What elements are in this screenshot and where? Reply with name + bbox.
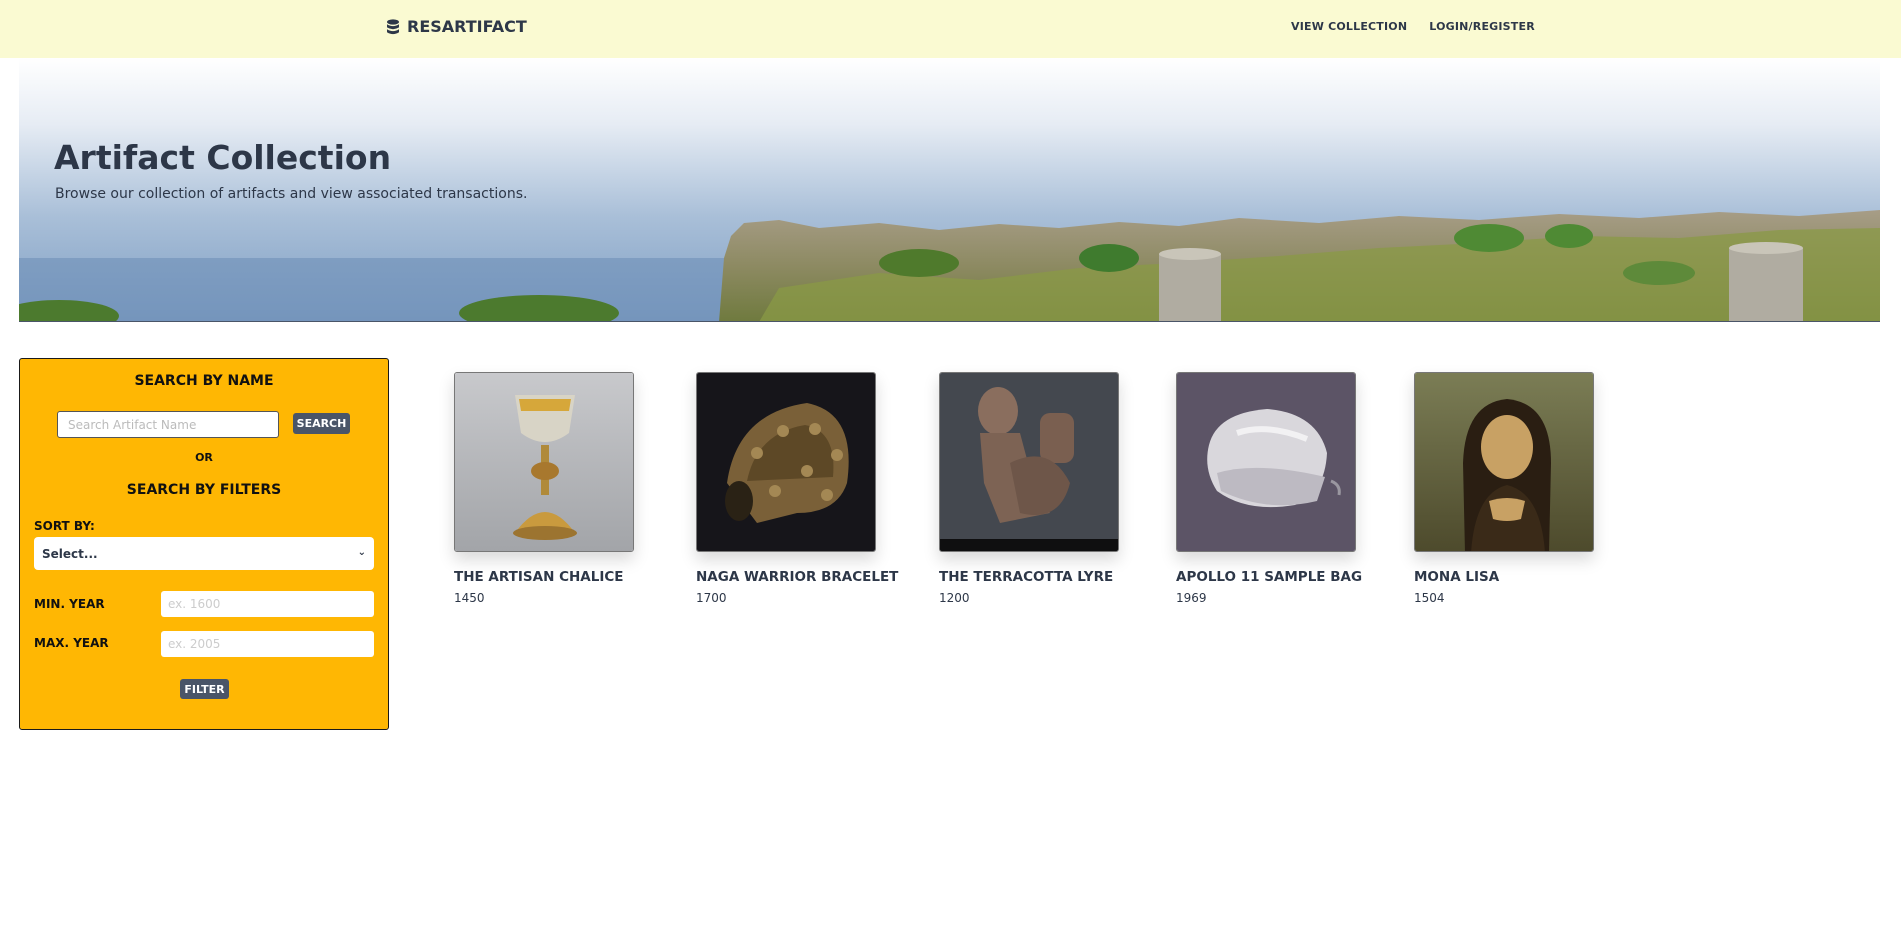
search-by-name-heading: SEARCH BY NAME: [134, 373, 274, 389]
artifact-image-chalice[interactable]: [454, 372, 634, 552]
search-by-filters-heading: SEARCH BY FILTERS: [126, 482, 282, 498]
nav-view-collection[interactable]: VIEW COLLECTION: [1291, 20, 1407, 33]
artifact-card[interactable]: APOLLO 11 SAMPLE BAG 1969: [1176, 372, 1386, 605]
sort-selected-value: Select...: [42, 547, 98, 561]
artifact-image-lyre[interactable]: [939, 372, 1119, 552]
sort-select[interactable]: Select... ⌄: [34, 537, 374, 570]
min-year-input[interactable]: [161, 591, 374, 617]
max-year-input[interactable]: [161, 631, 374, 657]
chevron-down-icon: ⌄: [357, 547, 366, 558]
artifact-name[interactable]: MONA LISA: [1414, 569, 1624, 585]
max-year-label: MAX. YEAR: [34, 636, 109, 650]
artifact-name[interactable]: NAGA WARRIOR BRACELET: [696, 569, 906, 585]
artifact-year: 1450: [454, 591, 485, 605]
artifact-name[interactable]: THE TERRACOTTA LYRE: [939, 569, 1149, 585]
hero-banner: Artifact Collection Browse our collectio…: [19, 58, 1880, 322]
search-input[interactable]: [57, 411, 279, 438]
artifact-name[interactable]: THE ARTISAN CHALICE: [454, 569, 664, 585]
artifact-card[interactable]: THE TERRACOTTA LYRE 1200: [939, 372, 1149, 605]
database-icon: [387, 18, 399, 34]
artifact-card[interactable]: NAGA WARRIOR BRACELET 1700: [696, 372, 906, 605]
artifact-image-sample-bag[interactable]: [1176, 372, 1356, 552]
artifact-year: 1504: [1414, 591, 1445, 605]
artifact-image-bracelet[interactable]: [696, 372, 876, 552]
artifact-year: 1969: [1176, 591, 1207, 605]
search-button[interactable]: SEARCH: [293, 413, 350, 434]
brand-name: RESARTIFACT: [407, 17, 527, 36]
artifact-card[interactable]: THE ARTISAN CHALICE 1450: [454, 372, 664, 605]
artifact-year: 1200: [939, 591, 970, 605]
artifact-image-mona-lisa[interactable]: [1414, 372, 1594, 552]
nav-login-register[interactable]: LOGIN/REGISTER: [1429, 20, 1535, 33]
sort-label: SORT BY:: [34, 519, 95, 533]
filter-panel: SEARCH BY NAME SEARCH OR SEARCH BY FILTE…: [19, 358, 389, 730]
artifact-card[interactable]: MONA LISA 1504: [1414, 372, 1624, 605]
navbar: RESARTIFACT VIEW COLLECTION LOGIN/REGIST…: [0, 0, 1901, 58]
filter-button[interactable]: FILTER: [180, 679, 229, 699]
or-divider: OR: [195, 451, 213, 464]
artifact-name[interactable]: APOLLO 11 SAMPLE BAG: [1176, 569, 1386, 585]
page-title: Artifact Collection: [54, 138, 392, 177]
brand-link[interactable]: RESARTIFACT: [387, 17, 527, 36]
artifact-year: 1700: [696, 591, 727, 605]
page-subtitle: Browse our collection of artifacts and v…: [55, 186, 528, 202]
nav-links: VIEW COLLECTION LOGIN/REGISTER: [1291, 20, 1535, 33]
min-year-label: MIN. YEAR: [34, 597, 105, 611]
